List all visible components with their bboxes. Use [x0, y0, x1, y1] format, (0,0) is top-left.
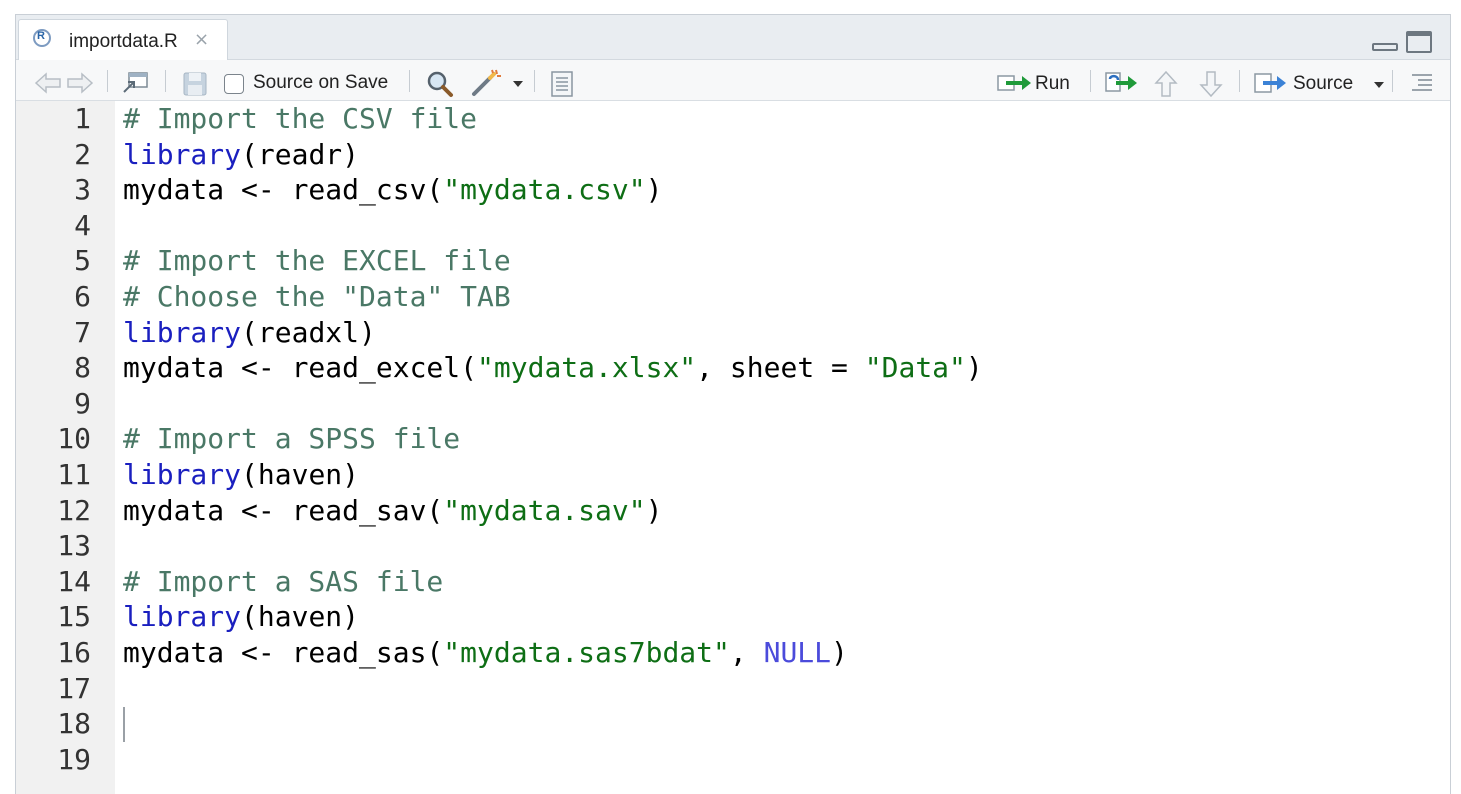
line-number: 4 — [74, 208, 91, 242]
code-token: # Import a SPSS file — [123, 422, 461, 456]
text-cursor — [123, 707, 125, 742]
line-number: 2 — [74, 137, 91, 171]
line-number: 1 — [74, 102, 91, 135]
code-line[interactable]: library(readxl) — [123, 315, 376, 351]
code-line[interactable]: mydata <- read_sas("mydata.sas7bdat", NU… — [123, 635, 848, 671]
tab-title: importdata.R — [69, 31, 178, 52]
close-icon[interactable]: × — [194, 29, 209, 50]
code-token: , sheet = — [696, 351, 865, 385]
code-token: # Import the EXCEL file — [123, 244, 511, 278]
line-number: 14 — [57, 564, 91, 598]
line-number: 8 — [74, 351, 91, 385]
code-line[interactable]: # Import the CSV file — [123, 101, 477, 137]
code-token: "mydata.xlsx" — [477, 351, 697, 385]
code-line[interactable]: library(haven) — [123, 457, 359, 493]
up-arrow-icon[interactable] — [1154, 70, 1178, 98]
line-number: 19 — [57, 742, 91, 776]
line-number-gutter: 1 2 3 4 5 6 7 8 9 10 11 12 13 14 15 16 17 18 19 — [16, 101, 115, 794]
code-token: (readr) — [241, 137, 360, 171]
code-token: mydata <- read_sas( — [123, 636, 444, 669]
show-in-window-icon[interactable] — [121, 70, 151, 96]
line-number: 13 — [57, 529, 91, 563]
line-number: 7 — [74, 315, 91, 349]
line-number: 12 — [57, 493, 91, 527]
source-button[interactable]: Source — [1293, 73, 1353, 95]
line-number: 5 — [74, 244, 91, 278]
editor-toolbar: Source on Save Run Source — [16, 60, 1450, 101]
code-line[interactable]: library(haven) — [123, 599, 359, 635]
code-token: (haven) — [241, 458, 360, 491]
tab-importdata[interactable]: R importdata.R × — [18, 19, 228, 61]
code-token: library — [123, 458, 242, 491]
line-number: 15 — [57, 600, 91, 634]
r-file-icon: R — [33, 29, 51, 47]
maximize-icon[interactable] — [1406, 31, 1432, 53]
search-icon[interactable] — [426, 70, 454, 98]
code-line[interactable]: mydata <- read_excel("mydata.xlsx", shee… — [123, 350, 983, 386]
code-token: , — [729, 636, 764, 669]
compile-report-icon[interactable] — [549, 70, 575, 98]
code-editor[interactable]: 1 2 3 4 5 6 7 8 9 10 11 12 13 14 15 16 17 18 19 # Import t… — [16, 101, 1450, 794]
code-token: "mydata.sas7bdat" — [443, 636, 730, 669]
forward-arrow-icon[interactable] — [64, 72, 94, 94]
code-token: "mydata.sav" — [443, 493, 646, 527]
rerun-icon[interactable] — [1104, 70, 1140, 96]
line-number: 9 — [74, 386, 91, 420]
code-token: mydata <- read_sav( — [123, 493, 444, 527]
code-token: ) — [965, 351, 983, 385]
code-token: # Import the CSV file — [123, 102, 478, 135]
line-number: 3 — [74, 173, 91, 207]
run-button[interactable]: Run — [1035, 73, 1070, 95]
code-token: ) — [645, 493, 663, 527]
line-number: 10 — [57, 422, 91, 456]
code-line[interactable]: # Import the EXCEL file — [123, 243, 511, 279]
magic-wand-icon[interactable] — [470, 68, 504, 98]
code-line[interactable]: # Import a SPSS file — [123, 421, 460, 457]
code-token: mydata <- read_csv( — [123, 173, 444, 207]
dropdown-arrow-icon[interactable] — [1373, 81, 1385, 89]
minimize-icon[interactable] — [1372, 43, 1398, 51]
source-on-save-checkbox[interactable] — [224, 74, 244, 94]
code-token: # Choose the "Data" TAB — [123, 280, 511, 313]
run-icon[interactable] — [996, 72, 1034, 94]
line-number: 11 — [57, 458, 91, 491]
code-line[interactable]: mydata <- read_sav("mydata.sav") — [123, 493, 662, 529]
save-icon[interactable] — [182, 71, 208, 97]
code-token: mydata <- read_excel( — [123, 351, 478, 385]
dropdown-arrow-icon[interactable] — [512, 80, 524, 88]
code-line[interactable]: library(readr) — [123, 137, 359, 173]
code-token: library — [123, 600, 242, 634]
line-number: 18 — [57, 707, 91, 741]
code-token: ) — [831, 636, 848, 669]
code-token: "mydata.csv" — [443, 173, 646, 207]
code-line[interactable]: mydata <- read_csv("mydata.csv") — [123, 172, 662, 208]
line-number: 17 — [57, 671, 91, 705]
outline-icon[interactable] — [1410, 72, 1434, 92]
line-number: 16 — [57, 636, 91, 669]
code-line[interactable]: # Import a SAS file — [123, 564, 443, 600]
tab-bar: R importdata.R × — [16, 15, 1450, 61]
down-arrow-icon[interactable] — [1199, 70, 1223, 98]
code-token: (haven) — [241, 600, 360, 634]
line-number: 6 — [74, 280, 91, 313]
code-token: library — [123, 315, 242, 349]
code-token: ) — [645, 173, 663, 207]
code-token: "Data" — [864, 351, 966, 385]
source-editor-pane: R importdata.R × Source on Save Run Sour… — [15, 14, 1451, 794]
source-on-save-label: Source on Save — [253, 72, 389, 93]
code-token: (readxl) — [241, 315, 376, 349]
code-line[interactable]: # Choose the "Data" TAB — [123, 279, 511, 315]
source-icon[interactable] — [1253, 71, 1289, 95]
code-token: library — [123, 137, 242, 171]
code-token: NULL — [763, 636, 832, 669]
code-token: # Import a SAS file — [123, 564, 444, 598]
